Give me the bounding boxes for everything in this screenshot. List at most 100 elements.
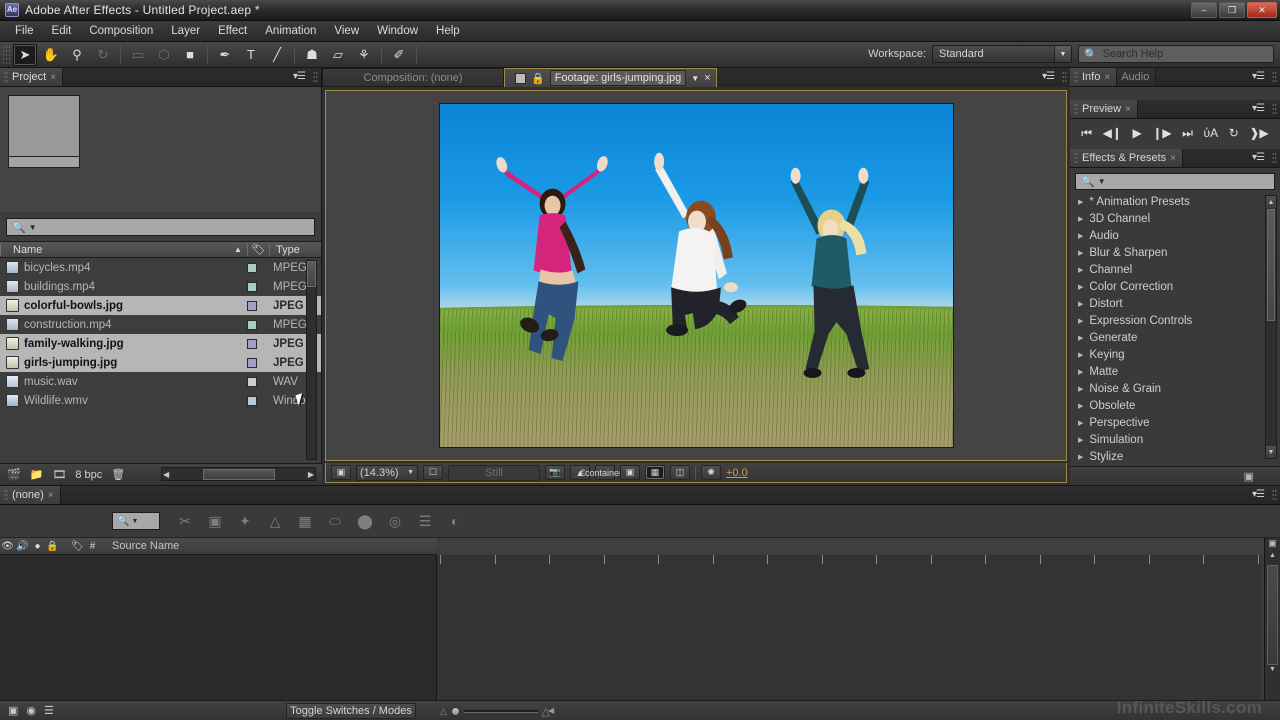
close-icon[interactable]: × [704,72,710,84]
loop-button[interactable]: ↻ [1229,126,1239,140]
timeline-vertical-scrollbar[interactable]: ▣ ▲ ▼ [1264,538,1280,700]
panel-grip-icon[interactable] [1272,71,1277,83]
panel-menu-icon[interactable]: ▾☰ [1042,71,1055,82]
brush-tool[interactable]: ╱ [265,44,289,66]
effects-category-list[interactable]: ▶ * Animation Presets ▶ 3D Channel ▶ Audio ▶ Bl… [1070,193,1280,463]
puppet-pin-tool[interactable]: ✐ [387,44,411,66]
footage-viewer-stage[interactable] [325,90,1067,461]
timeline-search-input[interactable]: 🔍 ▼ [112,512,160,530]
project-search-input[interactable]: 🔍 ▼ [6,218,315,236]
take-snapshot-icon[interactable]: 📷 [545,465,565,480]
label-color-swatch[interactable] [247,262,257,273]
effects-category-row[interactable]: ▶ 3D Channel [1070,210,1280,227]
expand-triangle-icon[interactable]: ▶ [1078,453,1083,461]
roto-brush-tool[interactable]: ⚘ [352,44,376,66]
last-frame-button[interactable]: ⏭ [1182,126,1193,141]
label-color-swatch[interactable] [247,300,257,311]
label-color-swatch[interactable] [247,319,257,330]
menu-edit[interactable]: Edit [43,23,81,39]
search-help-input[interactable]: 🔍 Search Help [1078,45,1274,63]
project-vertical-scrollbar[interactable]: ⚖ [306,260,317,460]
effects-category-row[interactable]: ▶ * Animation Presets [1070,193,1280,210]
effects-category-row[interactable]: ▶ Expression Controls [1070,312,1280,329]
workspace-select[interactable]: Standard ▼ [932,45,1072,63]
menu-view[interactable]: View [325,23,368,39]
restore-button[interactable]: ❐ [1219,2,1245,18]
tab-effects-presets[interactable]: Effects & Presets × [1070,149,1184,167]
minimize-button[interactable]: – [1191,2,1217,18]
interpret-footage-icon[interactable]: 🎞 [52,468,66,481]
new-animation-preset-icon[interactable]: ▣ [1244,470,1254,483]
scroll-up-icon[interactable]: ▲ [1265,552,1280,564]
timeline-ruler[interactable] [437,538,1267,555]
expand-triangle-icon[interactable]: ▶ [1078,283,1083,291]
scroll-right-icon[interactable]: ▶ [308,470,314,479]
clone-stamp-tool[interactable]: ☗ [300,44,324,66]
region-of-interest-icon[interactable]: ☐ [423,465,443,480]
new-folder-icon[interactable]: 📁 [30,468,44,481]
project-file-row[interactable]: construction.mp4 MPEG [0,315,321,334]
comp-mini-flowchart-icon[interactable]: ▣ [1265,538,1280,552]
close-button[interactable]: ✕ [1247,2,1277,18]
panel-grip-icon[interactable] [1272,489,1277,501]
menu-effect[interactable]: Effect [209,23,256,39]
project-file-row[interactable]: music.wav WAV [0,372,321,391]
padlock-icon[interactable]: 🔒 [531,72,545,85]
chevron-down-icon[interactable]: ▼ [1098,177,1106,186]
smoother-icon[interactable]: ◎ [380,509,410,533]
draft-3d-icon[interactable]: ▣ [200,509,230,533]
column-header-type[interactable]: Type [269,243,321,256]
scrollbar-thumb[interactable] [1267,565,1278,665]
comp-flowchart-icon[interactable]: ▣ [8,704,18,717]
camera-tool[interactable]: ▭ [126,44,150,66]
expand-triangle-icon[interactable]: ▶ [1078,198,1083,206]
effects-category-row[interactable]: ▶ Simulation [1070,431,1280,448]
panel-menu-icon[interactable]: ▾☰ [1252,71,1265,82]
live-update-icon[interactable]: ✂ [170,509,200,533]
effects-category-row[interactable]: ▶ Obsolete [1070,397,1280,414]
expand-triangle-icon[interactable]: ▶ [1078,419,1083,427]
always-preview-icon[interactable]: ▣ [331,465,351,480]
effects-category-row[interactable]: ▶ Audio [1070,227,1280,244]
scrollbar-thumb[interactable] [1267,209,1275,321]
tab-project[interactable]: Project × [0,68,64,86]
motion-sketch-icon[interactable]: ⬤ [350,509,380,533]
audio-toggle-button[interactable]: ὐA [1204,126,1219,140]
project-file-row[interactable]: bicycles.mp4 MPEG [0,258,321,277]
toolbar-grip-icon[interactable] [2,44,10,65]
ram-preview-button[interactable]: ❱▶ [1249,126,1268,140]
effects-category-row[interactable]: ▶ Color Correction [1070,278,1280,295]
rotation-tool[interactable]: ↻ [91,44,115,66]
frame-blending-icon[interactable]: ◉ [26,704,36,717]
tab-composition[interactable]: Composition: (none) [322,68,504,87]
project-file-row[interactable]: girls-jumping.jpg JPEG [0,353,321,372]
project-file-row[interactable]: family-walking.jpg JPEG [0,334,321,353]
label-color-swatch[interactable] [247,281,257,292]
type-tool[interactable]: T [239,44,263,66]
effects-category-row[interactable]: ▶ Channel [1070,261,1280,278]
tab-preview[interactable]: Preview × [1070,100,1138,118]
effects-category-row[interactable]: ▶ Matte [1070,363,1280,380]
effects-category-row[interactable]: ▶ Stylize [1070,448,1280,463]
panel-menu-icon[interactable]: ▾☰ [1252,489,1265,500]
close-icon[interactable]: × [1125,104,1131,115]
mask-interpolation-icon[interactable]: ◐ [440,509,470,533]
chevron-down-icon[interactable]: ▼ [29,223,37,232]
next-frame-button[interactable]: ❙▶ [1152,126,1171,140]
expand-triangle-icon[interactable]: ▶ [1078,317,1083,325]
timeline-layer-area[interactable] [0,555,437,700]
tab-footage[interactable]: 🔒 Footage: girls-jumping.jpg ▼ × [504,68,717,87]
menu-layer[interactable]: Layer [162,23,209,39]
scroll-left-icon[interactable]: ◀ [163,470,169,479]
label-icon[interactable]: 🏷 [70,541,85,552]
label-color-swatch[interactable] [247,338,257,349]
menu-animation[interactable]: Animation [256,23,325,39]
panel-menu-icon[interactable]: ▾☰ [1252,152,1265,163]
timeline-collapse-icon[interactable]: ◀ [548,706,554,715]
effects-search-input[interactable]: 🔍 ▼ [1075,173,1275,190]
panel-menu-icon[interactable]: ▾☰ [293,71,306,82]
layer-number-icon[interactable]: # [85,541,100,552]
exposure-reset-icon[interactable]: ✺ [701,465,721,480]
close-icon[interactable]: × [48,490,54,501]
wiggler-icon[interactable]: ☰ [410,509,440,533]
